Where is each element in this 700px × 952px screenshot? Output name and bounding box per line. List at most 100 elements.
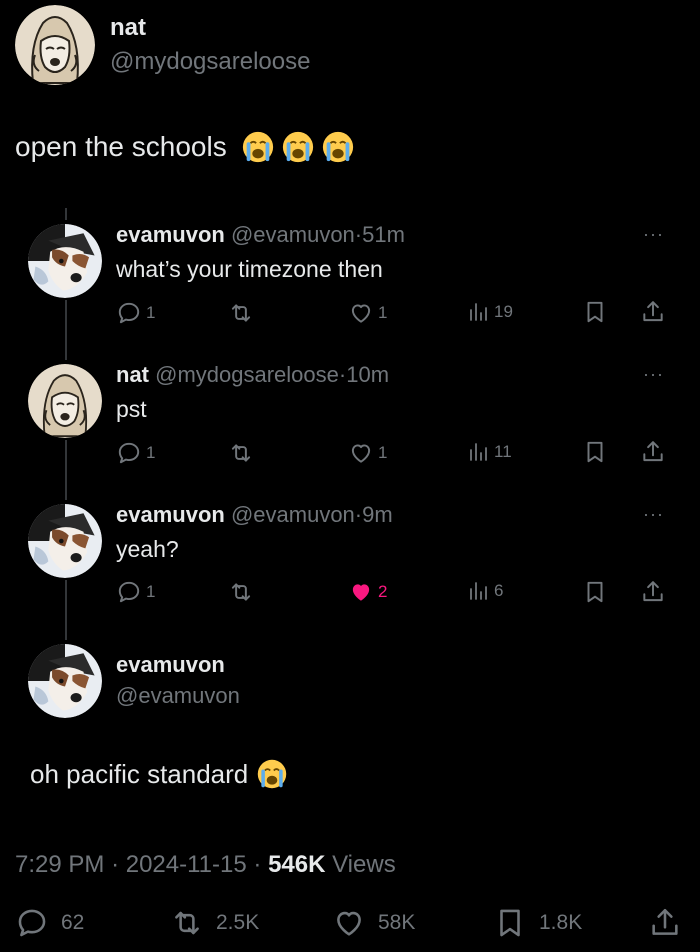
views-icon — [466, 579, 490, 603]
reply-display-name[interactable]: evamuvon — [116, 222, 225, 247]
loudly-crying-emoji-icon — [256, 758, 288, 790]
views-count: 19 — [494, 302, 513, 321]
bookmark-icon — [493, 906, 527, 940]
reply-avatar[interactable] — [28, 364, 102, 438]
heart-icon — [348, 300, 374, 326]
reply-avatar[interactable] — [28, 504, 102, 578]
like-count: 1 — [378, 303, 388, 322]
reply-time[interactable]: 51m — [362, 222, 405, 247]
reply-text: pst — [116, 396, 147, 422]
repost-icon — [228, 440, 254, 466]
repost-icon — [228, 579, 254, 605]
share-icon — [640, 579, 666, 605]
repost-button[interactable] — [228, 300, 254, 326]
bookmark-button[interactable] — [582, 299, 608, 325]
bookmark-button[interactable] — [582, 579, 608, 605]
repost-button[interactable] — [228, 440, 254, 466]
thread-connector-line — [65, 208, 67, 220]
reply-icon — [15, 906, 49, 940]
reply-count: 1 — [146, 582, 156, 601]
bookmark-icon — [582, 579, 608, 605]
focused-reply-text-content: oh pacific standard — [30, 758, 249, 789]
views-button[interactable]: 11 — [466, 440, 512, 464]
share-button[interactable] — [648, 906, 682, 940]
repost-icon — [228, 300, 254, 326]
focused-reply-avatar[interactable] — [28, 644, 102, 718]
views-count: 6 — [494, 581, 504, 600]
views-label: Views — [332, 851, 396, 878]
like-count: 1 — [378, 443, 388, 462]
share-button[interactable] — [640, 579, 666, 605]
focused-reply-handle[interactable]: @evamuvon — [116, 683, 240, 709]
more-options-icon[interactable]: ··· — [643, 364, 664, 385]
reply-text: what’s your timezone then — [116, 256, 383, 282]
author-handle[interactable]: @mydogsareloose — [110, 48, 310, 76]
reply-time[interactable]: 10m — [346, 362, 389, 387]
like-button[interactable]: 1 — [348, 300, 387, 326]
more-options-icon[interactable]: ··· — [643, 224, 664, 245]
reply-time[interactable]: 9m — [362, 502, 393, 527]
tweet-date[interactable]: 2024-11-15 — [126, 851, 247, 878]
views-button[interactable]: 19 — [466, 300, 513, 324]
views-count[interactable]: 546K — [268, 851, 325, 878]
reply-handle[interactable]: @mydogsareloose — [155, 362, 339, 387]
more-options-icon[interactable]: ··· — [643, 504, 664, 525]
heart-icon — [348, 440, 374, 466]
reply-icon — [116, 579, 142, 605]
reply-button[interactable]: 62 — [15, 906, 84, 940]
views-count: 11 — [494, 442, 512, 461]
author-avatar[interactable] — [15, 5, 95, 85]
reply-handle[interactable]: @evamuvon — [231, 502, 355, 527]
repost-button[interactable]: 2.5K — [170, 906, 259, 940]
repost-button[interactable] — [228, 579, 254, 605]
reply-button[interactable]: 1 — [116, 300, 155, 326]
reply-display-name[interactable]: nat — [116, 362, 149, 387]
loudly-crying-emoji-icon — [321, 130, 355, 164]
author-display-name[interactable]: nat — [110, 14, 146, 42]
bookmark-icon — [582, 439, 608, 465]
reply-button[interactable]: 1 — [116, 440, 155, 466]
reply-header: evamuvon @evamuvon·51m — [116, 222, 405, 248]
share-icon — [640, 299, 666, 325]
reply-count: 62 — [61, 911, 85, 934]
like-count: 2 — [378, 582, 388, 601]
focused-reply-text: oh pacific standard — [30, 758, 288, 790]
reply-icon — [116, 440, 142, 466]
tweet-time[interactable]: 7:29 PM — [15, 851, 104, 878]
reply-icon — [116, 300, 142, 326]
like-button[interactable]: 2 — [348, 579, 387, 605]
separator-dot: · — [253, 851, 262, 878]
loudly-crying-emoji-icon — [241, 130, 275, 164]
share-button[interactable] — [640, 439, 666, 465]
thread-connector-line — [65, 440, 67, 500]
reply-count: 1 — [146, 443, 156, 462]
share-button[interactable] — [640, 299, 666, 325]
reply-avatar[interactable] — [28, 224, 102, 298]
tweet-meta: 7:29 PM · 2024-11-15 · 546K Views — [15, 851, 396, 879]
bookmark-button[interactable]: 1.8K — [493, 906, 582, 940]
repost-count: 2.5K — [216, 911, 260, 934]
bookmark-button[interactable] — [582, 439, 608, 465]
heart-icon — [332, 906, 366, 940]
views-icon — [466, 300, 490, 324]
loudly-crying-emoji-icon — [281, 130, 315, 164]
reply-count: 1 — [146, 303, 156, 322]
reply-button[interactable]: 1 — [116, 579, 155, 605]
tweet-text-content: open the schools — [15, 131, 227, 162]
like-button[interactable]: 1 — [348, 440, 387, 466]
thread-connector-line — [65, 300, 67, 360]
views-icon — [466, 440, 490, 464]
reply-handle[interactable]: @evamuvon — [231, 222, 355, 247]
reply-text: yeah? — [116, 536, 179, 562]
focused-reply-display-name[interactable]: evamuvon — [116, 652, 225, 678]
like-button[interactable]: 58K — [332, 906, 415, 940]
reply-display-name[interactable]: evamuvon — [116, 502, 225, 527]
separator-dot: · — [111, 851, 120, 878]
tweet-text: open the schools — [15, 130, 355, 164]
thread-connector-line — [65, 580, 67, 640]
views-button[interactable]: 6 — [466, 579, 503, 603]
like-count: 58K — [378, 911, 416, 934]
bookmark-icon — [582, 299, 608, 325]
repost-icon — [170, 906, 204, 940]
share-icon — [640, 439, 666, 465]
